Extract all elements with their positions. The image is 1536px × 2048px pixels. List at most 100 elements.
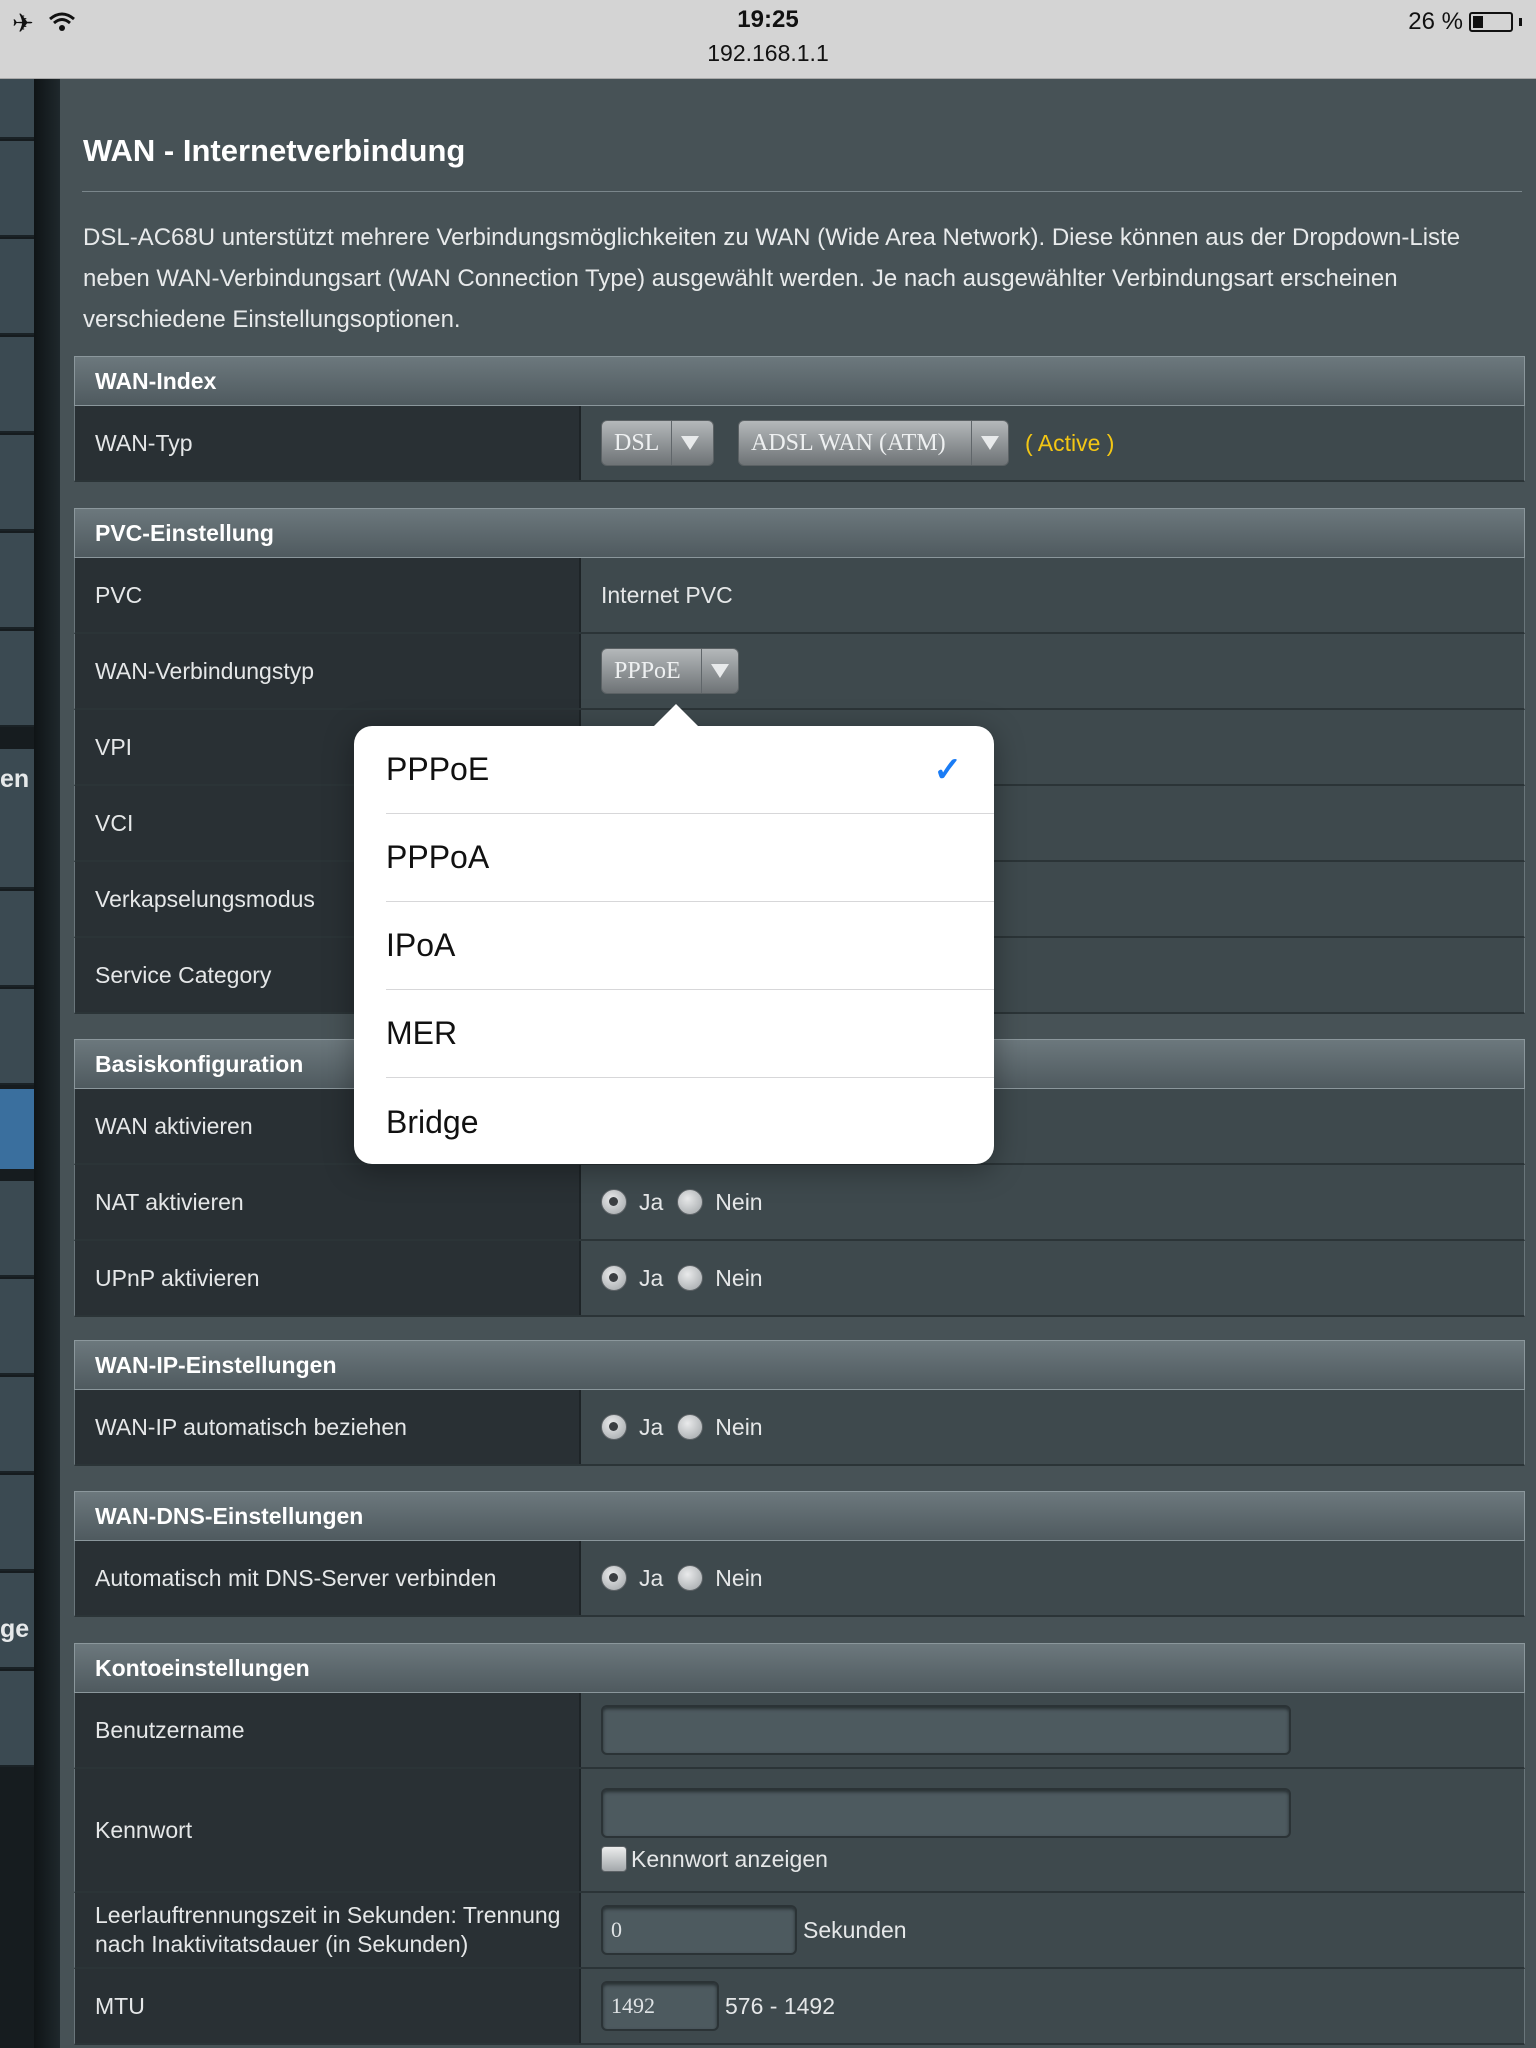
radio-yes[interactable] (601, 1414, 627, 1440)
radio-label: Ja (639, 1413, 664, 1440)
nav-tab[interactable] (0, 631, 34, 727)
radio-no[interactable] (677, 1414, 704, 1440)
field-value: Internet PVC (581, 558, 1524, 632)
field-label: UPnP aktivieren (75, 1241, 581, 1315)
nav-tab[interactable] (0, 79, 34, 139)
radio-yes[interactable] (601, 1265, 627, 1291)
form-row-wan-ip-auto: WAN-IP automatisch beziehen Ja Nein (74, 1390, 1525, 1466)
section-account: Kontoeinstellungen Benutzername Kennwort… (74, 1643, 1525, 2045)
option-pppoe[interactable]: PPPoE ✓ (386, 726, 994, 814)
battery-percent: 26 % (1408, 8, 1463, 35)
option-label: IPoA (386, 927, 456, 963)
option-pppoa[interactable]: PPPoA (386, 814, 994, 902)
show-password-checkbox[interactable] (601, 1846, 627, 1872)
nav-tab[interactable] (0, 1279, 34, 1375)
left-nav-rail: en ge (0, 79, 60, 2048)
address-bar[interactable]: 192.168.1.1 (0, 40, 1536, 67)
option-label: MER (386, 1015, 458, 1051)
checkmark-icon: ✓ (933, 750, 963, 789)
field-label: PVC (75, 558, 581, 632)
field-label: WAN-Verbindungstyp (75, 634, 581, 708)
option-label: PPPoA (386, 839, 490, 875)
username-input[interactable] (601, 1705, 1291, 1755)
form-row-wan-typ: WAN-Typ DSL ADSL WAN (ATM) ( Active ) (74, 406, 1525, 482)
section-header: Kontoeinstellungen (74, 1643, 1525, 1693)
form-row-password: Kennwort Kennwort anzeigen (74, 1769, 1525, 1893)
radio-label: Nein (715, 1564, 763, 1591)
form-row-mtu: MTU 1492 576 - 1492 (74, 1969, 1525, 2045)
form-row-connection-type: WAN-Verbindungstyp PPPoE (74, 634, 1525, 710)
nav-label[interactable]: en (0, 765, 29, 794)
nav-tab[interactable] (0, 337, 34, 433)
select-value: ADSL WAN (ATM) (751, 429, 946, 456)
wan-mode-select[interactable]: ADSL WAN (ATM) (738, 420, 1009, 466)
field-label: WAN-IP automatisch beziehen (75, 1390, 581, 1464)
nav-tab[interactable] (0, 533, 34, 629)
battery-indicator: 26 % (1408, 8, 1522, 36)
nav-tab[interactable] (0, 891, 34, 987)
nav-tab[interactable] (0, 141, 34, 237)
field-label: NAT aktivieren (75, 1165, 581, 1239)
mtu-input[interactable]: 1492 (601, 1981, 719, 2031)
field-label: Benutzername (75, 1693, 581, 1767)
status-time: 19:25 (737, 6, 799, 33)
section-header: WAN-IP-Einstellungen (74, 1340, 1525, 1390)
wan-type-select[interactable]: DSL (601, 420, 714, 466)
chevron-down-icon (701, 649, 738, 693)
radio-label: Nein (715, 1188, 763, 1215)
nav-tab[interactable] (0, 239, 34, 335)
chevron-down-icon (971, 421, 1008, 465)
option-mer[interactable]: MER (386, 990, 994, 1078)
popover-arrow (652, 704, 700, 728)
radio-label: Nein (715, 1264, 763, 1291)
field-label: Leerlauftrennungszeit in Sekunden: Trenn… (75, 1893, 581, 1967)
radio-label: Ja (639, 1264, 664, 1291)
field-label: WAN-Typ (75, 406, 581, 480)
form-row-upnp: UPnP aktivieren Ja Nein (74, 1241, 1525, 1317)
nav-tab[interactable] (0, 1671, 34, 1767)
nav-tab[interactable] (0, 989, 34, 1085)
radio-label: Ja (639, 1188, 664, 1215)
section-wan-index: WAN-Index WAN-Typ DSL ADSL WAN (ATM) ( A… (74, 356, 1525, 482)
rail-edge (34, 79, 60, 2048)
chevron-down-icon (671, 421, 708, 465)
connection-type-select[interactable]: PPPoE (601, 648, 739, 694)
field-label: Automatisch mit DNS-Server verbinden (75, 1541, 581, 1615)
form-row-nat: NAT aktivieren Ja Nein (74, 1165, 1525, 1241)
unit-label: Sekunden (803, 1916, 907, 1943)
section-header: WAN-Index (74, 356, 1525, 406)
radio-no[interactable] (677, 1265, 704, 1291)
section-wan-dns: WAN-DNS-Einstellungen Automatisch mit DN… (74, 1491, 1525, 1617)
nav-label[interactable]: ge (0, 1615, 29, 1644)
section-wan-ip: WAN-IP-Einstellungen WAN-IP automatisch … (74, 1340, 1525, 1466)
option-label: Bridge (386, 1103, 479, 1140)
field-label: Kennwort (75, 1769, 581, 1891)
form-row-idle-timeout: Leerlauftrennungszeit in Sekunden: Trenn… (74, 1893, 1525, 1969)
nav-tab[interactable] (0, 1377, 34, 1473)
radio-yes[interactable] (601, 1189, 627, 1215)
form-row-dns-auto: Automatisch mit DNS-Server verbinden Ja … (74, 1541, 1525, 1617)
radio-no[interactable] (677, 1565, 704, 1591)
nav-tab[interactable] (0, 1181, 34, 1277)
status-bar: ✈ 19:25 192.168.1.1 26 % (0, 0, 1536, 79)
radio-label: Ja (639, 1564, 664, 1591)
idle-timeout-input[interactable]: 0 (601, 1905, 797, 1955)
radio-yes[interactable] (601, 1565, 627, 1591)
form-row-pvc: PVC Internet PVC (74, 558, 1525, 634)
option-ipoa[interactable]: IPoA (386, 902, 994, 990)
divider (82, 191, 1522, 192)
option-bridge[interactable]: Bridge (386, 1078, 994, 1166)
radio-label: Nein (715, 1413, 763, 1440)
status-badge: ( Active ) (1025, 429, 1115, 456)
nav-tab[interactable] (0, 1475, 34, 1571)
form-row-username: Benutzername (74, 1693, 1525, 1769)
battery-icon (1469, 12, 1513, 32)
nav-tab[interactable] (0, 435, 34, 531)
page-description: DSL-AC68U unterstützt mehrere Verbindung… (83, 224, 1461, 333)
radio-no[interactable] (677, 1189, 704, 1215)
section-header: WAN-DNS-Einstellungen (74, 1491, 1525, 1541)
field-label: MTU (75, 1969, 581, 2043)
option-label: PPPoE (386, 751, 490, 787)
select-value: DSL (614, 429, 660, 456)
password-input[interactable] (601, 1787, 1291, 1838)
